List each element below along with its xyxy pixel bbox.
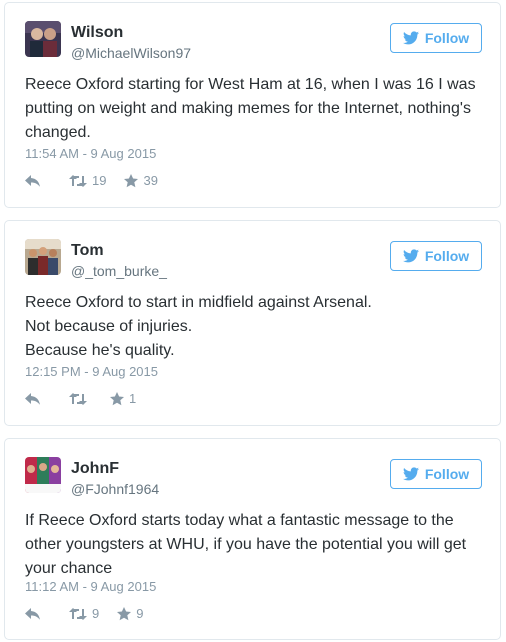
- retweet-icon: [69, 392, 87, 405]
- tweet-text-line: Reece Oxford starting for West Ham at 16…: [25, 76, 476, 141]
- avatar[interactable]: [25, 239, 61, 275]
- avatar[interactable]: [25, 457, 61, 493]
- timestamp[interactable]: 11:54 AM - 9 Aug 2015: [25, 146, 156, 161]
- tweet-text: If Reece Oxford starts today what a fant…: [25, 509, 482, 581]
- retweet-button[interactable]: [69, 392, 92, 405]
- tweet-actions: 1: [25, 391, 136, 406]
- tweet-text-line: Reece Oxford to start in midfield agains…: [25, 294, 372, 311]
- reply-button[interactable]: [25, 607, 43, 620]
- twitter-bird-icon: [402, 31, 419, 45]
- timestamp[interactable]: 11:12 AM - 9 Aug 2015: [25, 579, 156, 594]
- reply-icon: [25, 607, 40, 620]
- reply-icon: [25, 174, 40, 187]
- follow-button[interactable]: Follow: [390, 459, 482, 489]
- retweet-count: 19: [92, 173, 107, 188]
- reply-button[interactable]: [25, 392, 43, 405]
- retweet-button[interactable]: 19: [69, 173, 106, 188]
- tweet-actions: 19 39: [25, 173, 158, 188]
- twitter-bird-icon: [402, 467, 419, 481]
- star-icon: [110, 391, 124, 405]
- user-handle[interactable]: @FJohnf1964: [71, 481, 159, 497]
- tweet-card: Tom @_tom_burke_ Follow Reece Oxford to …: [4, 220, 501, 426]
- display-name[interactable]: Tom: [71, 242, 104, 260]
- display-name[interactable]: Wilson: [71, 24, 123, 42]
- follow-button[interactable]: Follow: [390, 241, 482, 271]
- retweet-button[interactable]: 9: [69, 606, 99, 621]
- twitter-bird-icon: [402, 249, 419, 263]
- like-count: 9: [136, 606, 144, 621]
- follow-label: Follow: [424, 466, 470, 482]
- tweet-text: Reece Oxford to start in midfield agains…: [25, 291, 482, 363]
- star-icon: [124, 173, 139, 187]
- follow-label: Follow: [424, 30, 470, 46]
- like-count: 39: [143, 173, 158, 188]
- retweet-icon: [69, 607, 87, 620]
- tweet-text-line: Not because of injuries.: [25, 318, 193, 335]
- like-button[interactable]: 39: [124, 173, 158, 188]
- reply-icon: [25, 392, 40, 405]
- tweet-card: Wilson @MichaelWilson97 Follow Reece Oxf…: [4, 2, 501, 208]
- like-button[interactable]: 1: [110, 391, 136, 406]
- follow-button[interactable]: Follow: [390, 23, 482, 53]
- tweet-text-line: If Reece Oxford starts today what a fant…: [25, 512, 467, 577]
- follow-label: Follow: [424, 248, 470, 264]
- timestamp[interactable]: 12:15 PM - 9 Aug 2015: [25, 364, 158, 379]
- tweet-text-line: Because he's quality.: [25, 342, 175, 359]
- retweet-icon: [69, 174, 87, 187]
- avatar[interactable]: [25, 21, 61, 57]
- like-count: 1: [129, 391, 137, 406]
- star-icon: [117, 606, 132, 620]
- like-button[interactable]: 9: [117, 606, 143, 621]
- retweet-count: 9: [92, 606, 100, 621]
- user-handle[interactable]: @_tom_burke_: [71, 263, 167, 279]
- user-handle[interactable]: @MichaelWilson97: [71, 45, 191, 61]
- display-name[interactable]: JohnF: [71, 460, 119, 478]
- tweet-actions: 9 9: [25, 606, 143, 621]
- tweet-text: Reece Oxford starting for West Ham at 16…: [25, 73, 482, 145]
- tweet-card: JohnF @FJohnf1964 Follow If Reece Oxford…: [4, 438, 501, 640]
- reply-button[interactable]: [25, 174, 43, 187]
